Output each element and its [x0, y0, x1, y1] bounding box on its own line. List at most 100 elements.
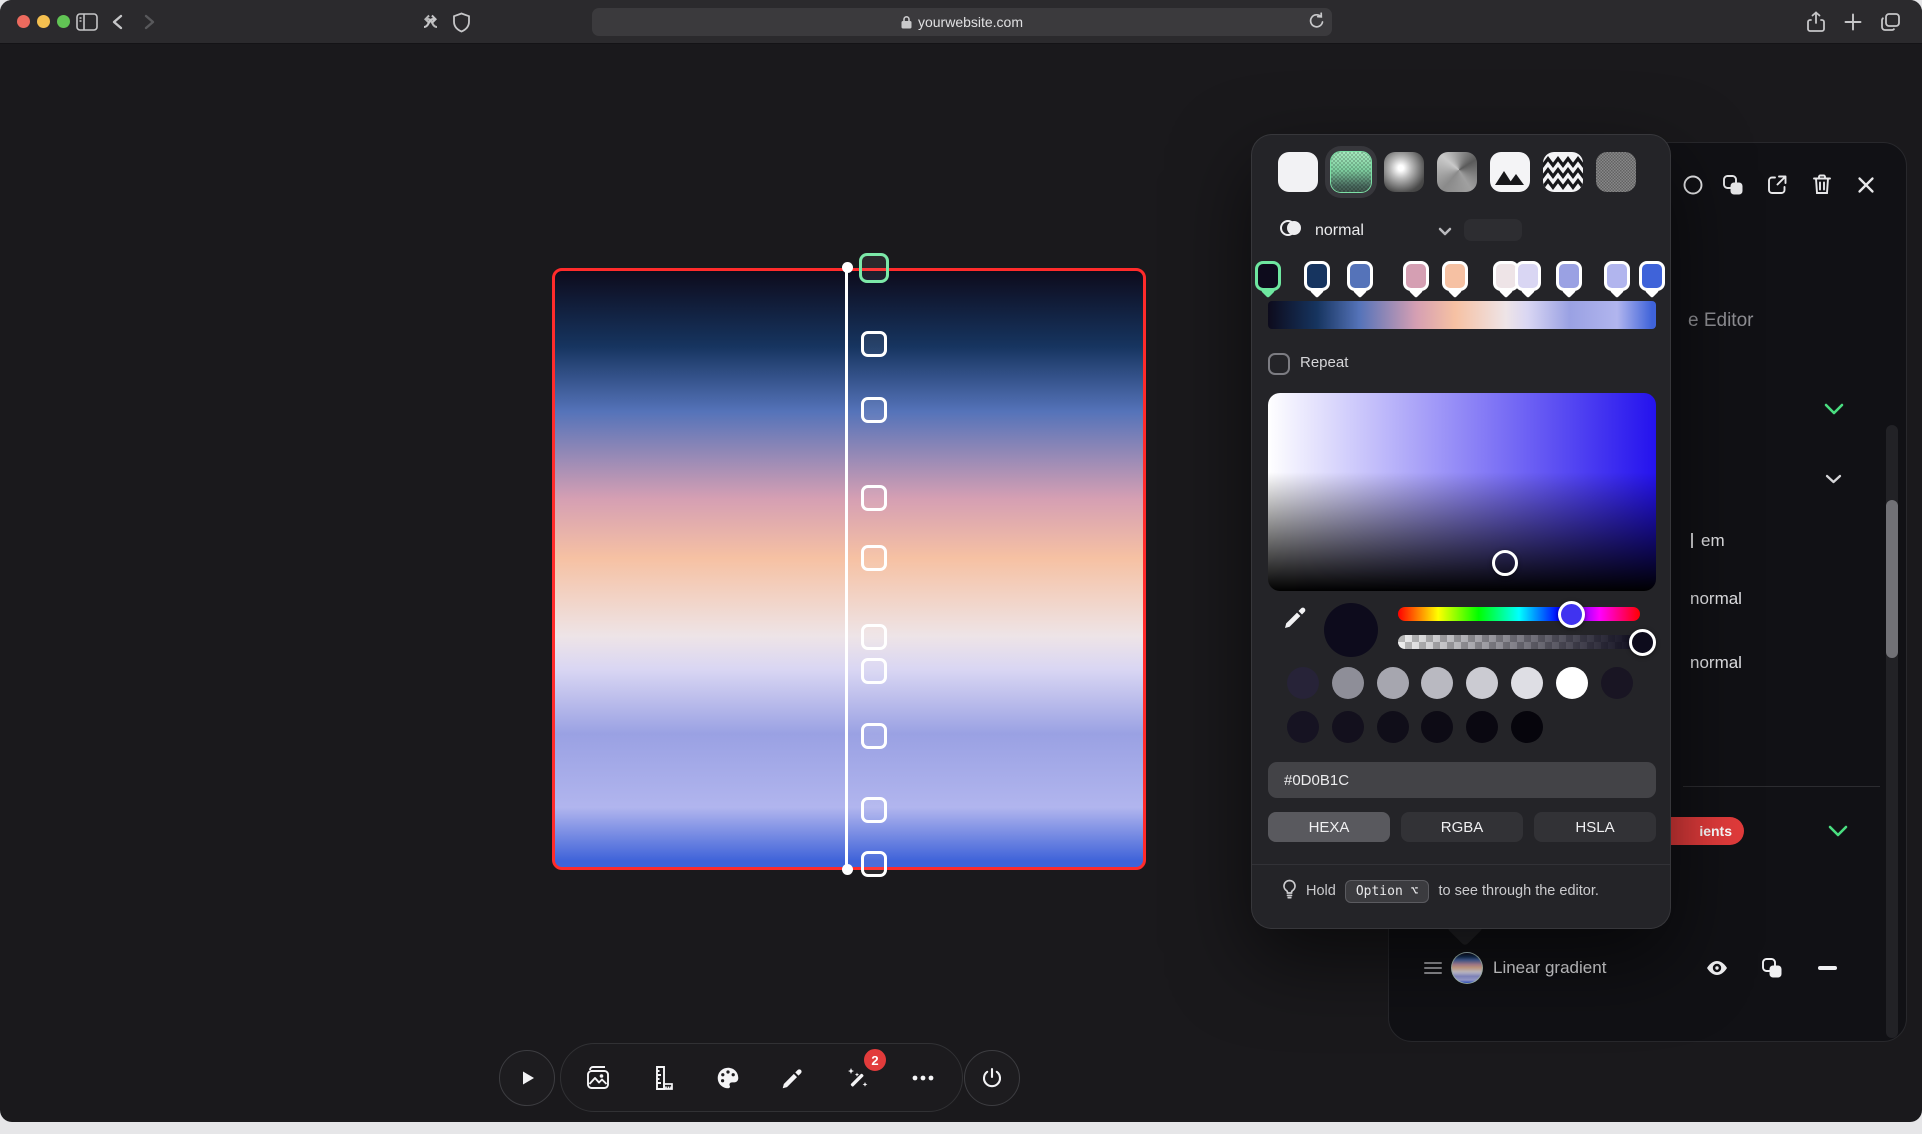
- palette-swatch[interactable]: [1376, 667, 1409, 699]
- format-hexa-button[interactable]: HEXA: [1268, 812, 1390, 842]
- forward-button-icon[interactable]: [144, 14, 155, 30]
- hue-slider-handle[interactable]: [1557, 600, 1585, 628]
- section-chevron-expanded-icon[interactable]: [1824, 402, 1844, 420]
- canvas-stop-handle-6[interactable]: [861, 657, 887, 684]
- trash-icon[interactable]: [1811, 173, 1833, 201]
- gradient-axis-start-dot[interactable]: [842, 262, 853, 273]
- sb-cursor[interactable]: [1491, 550, 1518, 577]
- open-external-icon[interactable]: [1766, 174, 1788, 201]
- canvas-stop-handle-3[interactable]: [861, 484, 887, 511]
- palette-swatch[interactable]: [1466, 667, 1499, 699]
- hue-slider[interactable]: [1398, 607, 1640, 621]
- fill-type-conic-thumbnail[interactable]: [1437, 152, 1477, 192]
- fill-type-gradient-thumbnail[interactable]: [1330, 151, 1372, 193]
- property-value-1[interactable]: normal: [1690, 589, 1742, 609]
- palette-swatch[interactable]: [1600, 667, 1633, 699]
- lock-icon: [901, 16, 912, 29]
- tab-overview-icon[interactable]: [1880, 12, 1901, 32]
- canvas-stop-handle-5[interactable]: [861, 624, 887, 651]
- color-stop-swatch-7[interactable]: [1556, 261, 1583, 291]
- lightbulb-icon: [1282, 879, 1297, 903]
- color-stop-swatch-3[interactable]: [1403, 261, 1430, 291]
- share-icon[interactable]: [1806, 11, 1826, 33]
- duplicate-layer-icon[interactable]: [1761, 957, 1783, 984]
- hint-prefix: Hold: [1306, 883, 1336, 899]
- blend-mode-dropdown[interactable]: normal: [1278, 215, 1364, 246]
- power-button[interactable]: [964, 1050, 1020, 1106]
- image-tool-icon[interactable]: [585, 1065, 611, 1091]
- repeat-checkbox[interactable]: [1268, 353, 1290, 375]
- new-tab-icon[interactable]: [1843, 12, 1863, 32]
- close-icon[interactable]: [1856, 175, 1876, 200]
- hex-color-input[interactable]: [1268, 762, 1656, 798]
- format-rgba-button[interactable]: RGBA: [1401, 812, 1523, 842]
- color-stop-swatch-0[interactable]: [1255, 261, 1281, 291]
- canvas-stop-handle-1[interactable]: [861, 330, 887, 357]
- gradient-preview-bar[interactable]: [1268, 301, 1656, 329]
- fill-type-radial-thumbnail[interactable]: [1384, 152, 1424, 192]
- unit-value[interactable]: em: [1701, 531, 1725, 551]
- reload-icon[interactable]: [1309, 12, 1325, 33]
- alpha-slider[interactable]: [1398, 635, 1640, 649]
- gradient-object[interactable]: [552, 268, 1146, 870]
- canvas-stop-handle-4[interactable]: [861, 545, 887, 572]
- close-window-button[interactable]: [17, 15, 30, 28]
- palette-swatch[interactable]: [1376, 711, 1409, 743]
- palette-swatch[interactable]: [1331, 711, 1364, 743]
- eyedropper-tool-icon[interactable]: [779, 1065, 805, 1091]
- saturation-brightness-area[interactable]: [1268, 393, 1656, 591]
- canvas-stop-handle-7[interactable]: [861, 722, 887, 749]
- layer-gradient-swatch[interactable]: [1451, 952, 1483, 984]
- fill-type-solid-thumbnail[interactable]: [1278, 152, 1318, 192]
- alpha-slider-handle[interactable]: [1629, 628, 1656, 656]
- minimize-window-button[interactable]: [37, 15, 50, 28]
- canvas-stop-handle-2[interactable]: [861, 397, 887, 424]
- play-button[interactable]: [499, 1050, 555, 1106]
- ruler-tool-icon[interactable]: [650, 1065, 676, 1091]
- palette-tool-icon[interactable]: [715, 1065, 741, 1091]
- remove-layer-minus-icon[interactable]: [1818, 966, 1837, 970]
- drag-handle-icon[interactable]: [1424, 961, 1442, 980]
- layer-name[interactable]: Linear gradient: [1493, 958, 1606, 978]
- palette-swatch[interactable]: [1555, 667, 1588, 699]
- extension-swap-icon[interactable]: [420, 12, 441, 33]
- palette-swatch[interactable]: [1287, 711, 1319, 743]
- fill-type-noise-thumbnail[interactable]: [1596, 152, 1636, 192]
- color-stop-swatch-4[interactable]: [1442, 261, 1469, 291]
- zoom-window-button[interactable]: [57, 15, 70, 28]
- canvas-stop-handle-8[interactable]: [861, 796, 887, 823]
- palette-swatch[interactable]: [1421, 667, 1454, 699]
- panel-scrollbar-thumb[interactable]: [1886, 500, 1898, 658]
- color-stop-swatch-2[interactable]: [1346, 261, 1373, 291]
- palette-swatch[interactable]: [1331, 667, 1364, 699]
- eyedropper-icon[interactable]: [1282, 603, 1310, 636]
- duplicate-icon[interactable]: [1722, 174, 1744, 201]
- visibility-eye-icon[interactable]: [1705, 957, 1729, 984]
- history-icon[interactable]: [1682, 174, 1704, 201]
- gradients-chevron-icon[interactable]: [1828, 824, 1848, 842]
- back-button-icon[interactable]: [112, 14, 123, 30]
- format-hsla-button[interactable]: HSLA: [1534, 812, 1656, 842]
- sidebar-toggle-icon[interactable]: [76, 13, 98, 31]
- palette-swatch[interactable]: [1511, 667, 1543, 699]
- gradient-axis-end-dot[interactable]: [842, 864, 853, 875]
- color-stop-swatch-8[interactable]: [1604, 261, 1631, 291]
- blend-chevron-down-icon[interactable]: [1438, 223, 1452, 241]
- fill-type-image-thumbnail[interactable]: [1490, 152, 1530, 192]
- palette-swatch[interactable]: [1421, 711, 1454, 743]
- color-stop-swatch-1[interactable]: [1303, 261, 1330, 291]
- color-stop-swatch-9[interactable]: [1639, 261, 1666, 291]
- property-value-2[interactable]: normal: [1690, 653, 1742, 673]
- current-color-swatch: [1324, 603, 1378, 657]
- canvas-stop-handle-0[interactable]: [859, 253, 889, 283]
- palette-swatch[interactable]: [1466, 711, 1499, 743]
- fill-type-zigzag-thumbnail[interactable]: [1543, 152, 1583, 192]
- shield-extension-icon[interactable]: [452, 12, 471, 33]
- palette-swatch[interactable]: [1287, 667, 1319, 699]
- canvas-stop-handle-9[interactable]: [861, 850, 887, 877]
- address-bar[interactable]: yourwebsite.com: [592, 8, 1332, 36]
- palette-swatch[interactable]: [1511, 711, 1543, 743]
- more-options-icon[interactable]: [910, 1065, 936, 1091]
- color-stop-swatch-6[interactable]: [1514, 261, 1541, 291]
- section-chevron-icon[interactable]: [1825, 471, 1842, 489]
